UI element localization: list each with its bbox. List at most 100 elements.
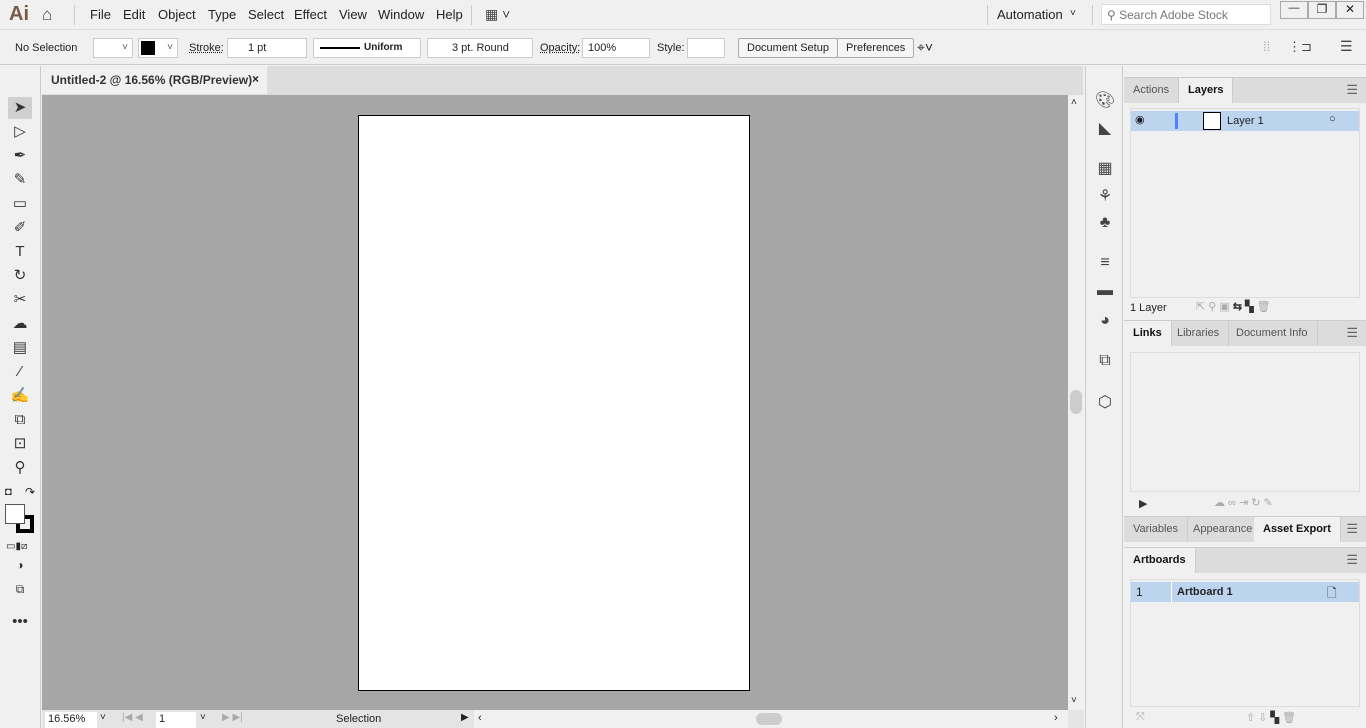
stock-search-input[interactable]: ⚲ Search Adobe Stock bbox=[1101, 4, 1271, 25]
gradient-tool-icon[interactable]: ▤ bbox=[8, 337, 32, 359]
target-circle-icon[interactable]: ○ bbox=[1329, 113, 1336, 125]
document-setup-button[interactable]: Document Setup bbox=[738, 38, 838, 58]
curvature-tool-icon[interactable]: ✎ bbox=[8, 169, 32, 191]
graphic-style-picker[interactable] bbox=[687, 38, 725, 58]
workspace-switcher[interactable]: Automation bbox=[997, 7, 1063, 22]
pen-tool-icon[interactable]: ✒ bbox=[8, 145, 32, 167]
artboard-name[interactable]: Artboard 1 bbox=[1177, 586, 1233, 598]
menu-file[interactable]: File bbox=[90, 7, 111, 22]
align-icon[interactable]: ⁞⁞ bbox=[1263, 39, 1270, 54]
opacity-input[interactable]: 100% bbox=[582, 38, 650, 58]
menu-select[interactable]: Select bbox=[248, 7, 284, 22]
home-icon[interactable]: ⌂ bbox=[42, 5, 52, 25]
layer-row[interactable]: ◉ Layer 1 ○ bbox=[1131, 111, 1359, 131]
symbols-icon[interactable]: ♣ bbox=[1094, 214, 1116, 236]
fill-swatch[interactable]: ˅ bbox=[93, 38, 133, 58]
brush-definition[interactable]: 3 pt. Round bbox=[427, 38, 533, 58]
artboard[interactable] bbox=[358, 115, 750, 691]
zoom-level-input[interactable]: 16.56% bbox=[45, 712, 97, 728]
panel-menu-icon[interactable]: ☰ bbox=[1346, 552, 1358, 568]
menu-window[interactable]: Window bbox=[378, 7, 424, 22]
panel-menu-icon[interactable]: ☰ bbox=[1346, 521, 1358, 537]
layer-name[interactable]: Layer 1 bbox=[1227, 115, 1264, 127]
minimize-button[interactable]: — bbox=[1280, 1, 1308, 19]
3d-icon[interactable]: ⬡ bbox=[1094, 392, 1116, 414]
tab-variables[interactable]: Variables bbox=[1124, 517, 1189, 542]
puppet-warp-tool-icon[interactable]: ☁ bbox=[8, 313, 32, 335]
transparency-icon[interactable]: ◕ bbox=[1094, 312, 1116, 334]
selection-tool-icon[interactable]: ➤ bbox=[8, 97, 32, 119]
rectangle-tool-icon[interactable]: ▭ bbox=[8, 193, 32, 215]
tab-actions[interactable]: Actions bbox=[1124, 78, 1180, 103]
fill-color-swatch[interactable] bbox=[5, 504, 25, 524]
artboards-footer-icons[interactable]: ⇧ ⇩ ▚ 🗑︎ bbox=[1246, 711, 1296, 724]
variable-width-profile[interactable]: Uniform bbox=[313, 38, 421, 58]
swatches-icon[interactable]: ▦ bbox=[1094, 158, 1116, 180]
opacity-label[interactable]: Opacity: bbox=[540, 42, 580, 54]
artboard-options-icon[interactable]: 🗋︎ bbox=[1327, 584, 1337, 605]
scroll-left-icon[interactable]: ‹ bbox=[478, 712, 482, 724]
show-import-options-icon[interactable]: ▶ bbox=[1139, 497, 1147, 510]
tab-links[interactable]: Links bbox=[1124, 321, 1172, 346]
artboard-row[interactable]: 1 Artboard 1 🗋︎ bbox=[1131, 582, 1359, 602]
rearrange-icon[interactable]: ⤧ bbox=[1136, 711, 1145, 724]
stroke-label[interactable]: Stroke: bbox=[189, 42, 224, 54]
rotate-tool-icon[interactable]: ↻ bbox=[8, 265, 32, 287]
restore-button[interactable]: ❐ bbox=[1308, 1, 1336, 19]
close-tab-icon[interactable]: × bbox=[252, 72, 259, 86]
first-artboard-icon[interactable]: |◀ ◀ bbox=[122, 712, 143, 723]
scroll-up-icon[interactable]: ˄ bbox=[1071, 97, 1077, 108]
tab-layers[interactable]: Layers bbox=[1179, 78, 1234, 103]
layers-footer-icons[interactable]: ⇱ ⚲ ▣ ⇆ ▚ 🗑︎ bbox=[1196, 300, 1271, 313]
scroll-down-icon[interactable]: ˅ bbox=[1071, 695, 1077, 706]
tab-appearance[interactable]: Appearance bbox=[1184, 517, 1263, 542]
tab-libraries[interactable]: Libraries bbox=[1168, 321, 1230, 346]
transform-panel-icon[interactable]: ⧉ bbox=[1094, 352, 1116, 374]
panel-menu-icon[interactable]: ☰ bbox=[1340, 38, 1353, 55]
eyedropper-tool-icon[interactable]: ⁄ bbox=[8, 361, 32, 383]
menu-help[interactable]: Help bbox=[436, 7, 463, 22]
draw-mode-icon[interactable]: ◑ bbox=[8, 554, 32, 576]
scissors-tool-icon[interactable]: ✂ bbox=[8, 289, 32, 311]
status-menu-icon[interactable]: ▶ bbox=[461, 712, 469, 723]
links-footer-icons[interactable]: ☁ ∞ ⇥ ↻ ✎ bbox=[1214, 496, 1273, 509]
chevron-down-icon[interactable]: ˅ bbox=[1070, 8, 1076, 19]
tab-artboards[interactable]: Artboards bbox=[1124, 548, 1196, 573]
stroke-swatch[interactable]: ˅ bbox=[138, 38, 178, 58]
menu-type[interactable]: Type bbox=[208, 7, 236, 22]
next-artboard-icon[interactable]: ▶ ▶| bbox=[222, 712, 243, 723]
swap-colors-icon[interactable]: ↷ bbox=[25, 485, 35, 499]
scroll-thumb[interactable] bbox=[756, 713, 782, 725]
gradient-panel-icon[interactable]: ▬ bbox=[1094, 282, 1116, 304]
stroke-panel-icon[interactable]: ≡ bbox=[1094, 254, 1116, 276]
tab-document-info[interactable]: Document Info bbox=[1227, 321, 1318, 346]
blend-tool-icon[interactable]: ✍ bbox=[8, 385, 32, 407]
scroll-right-icon[interactable]: › bbox=[1054, 712, 1058, 724]
artboard-tool-icon[interactable]: ⊡ bbox=[8, 433, 32, 455]
arrange-documents-icon[interactable]: ▦ ˅ bbox=[485, 6, 510, 23]
color-mode-icons[interactable]: ▭▮⧄ bbox=[6, 541, 27, 552]
panel-menu-icon[interactable]: ☰ bbox=[1346, 82, 1358, 98]
vertical-scrollbar[interactable]: ˄ ˅ bbox=[1068, 95, 1084, 710]
color-icon[interactable]: ◣ bbox=[1094, 118, 1116, 140]
artboard-dropdown-icon[interactable]: ˅ bbox=[200, 712, 206, 723]
default-colors-icon[interactable]: ◘ bbox=[5, 486, 12, 498]
artboard-number-input[interactable]: 1 bbox=[156, 712, 196, 728]
current-tool-label[interactable]: Selection bbox=[336, 713, 381, 725]
paintbrush-tool-icon[interactable]: ✐ bbox=[8, 217, 32, 239]
direct-selection-tool-icon[interactable]: ▷ bbox=[8, 121, 32, 143]
document-tab[interactable]: Untitled-2 @ 16.56% (RGB/Preview) × bbox=[42, 66, 267, 94]
panel-menu-icon[interactable]: ☰ bbox=[1346, 325, 1358, 341]
zoom-dropdown-icon[interactable]: ˅ bbox=[100, 712, 106, 723]
more-tools-icon[interactable]: ••• bbox=[8, 611, 32, 633]
screen-mode-icon[interactable]: ⧉ bbox=[8, 578, 32, 600]
select-similar-icon[interactable]: ⌖˅ bbox=[917, 39, 933, 56]
tab-asset-export[interactable]: Asset Export bbox=[1254, 517, 1341, 542]
visibility-eye-icon[interactable]: ◉ bbox=[1135, 113, 1145, 126]
menu-edit[interactable]: Edit bbox=[123, 7, 145, 22]
transform-icon[interactable]: ⋮⊐ bbox=[1288, 39, 1312, 55]
brushes-icon[interactable]: ⚘ bbox=[1094, 186, 1116, 208]
scroll-thumb[interactable] bbox=[1070, 390, 1082, 414]
menu-object[interactable]: Object bbox=[158, 7, 196, 22]
menu-view[interactable]: View bbox=[339, 7, 367, 22]
